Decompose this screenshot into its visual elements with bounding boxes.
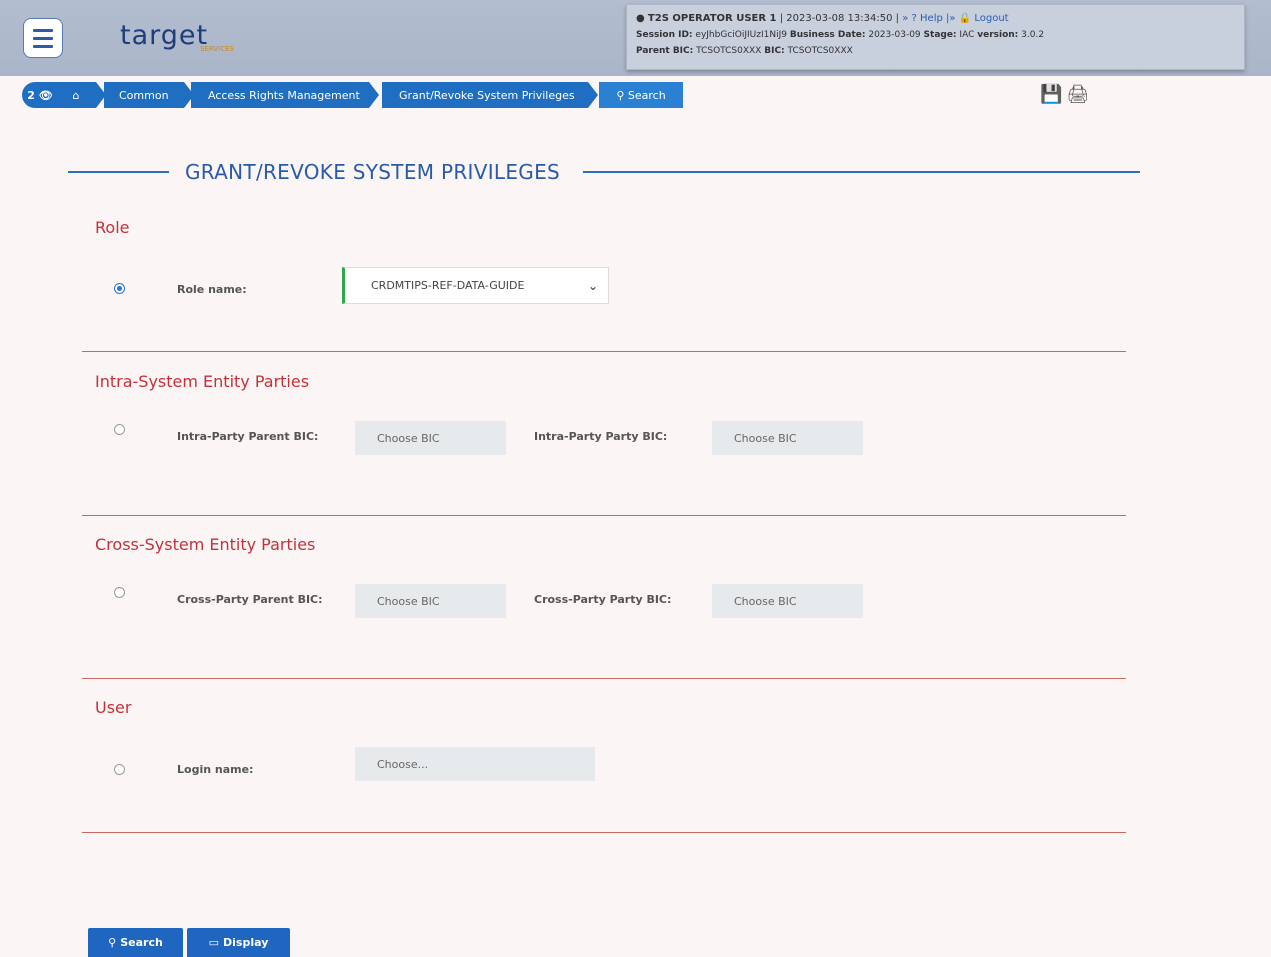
- intra-party-label: Intra-Party Party BIC:: [534, 430, 668, 443]
- session-id-label: Session ID:: [636, 30, 693, 40]
- lock-icon[interactable]: 🔒: [959, 13, 971, 24]
- search-icon: ⚲: [108, 936, 117, 949]
- save-icon[interactable]: 💾: [1040, 84, 1062, 105]
- recent-pages-badge[interactable]: 2 👁: [22, 82, 58, 108]
- user-radio[interactable]: [114, 764, 125, 775]
- parent-bic-label: Parent BIC:: [636, 46, 694, 56]
- toolbar: 💾 🖨: [1040, 84, 1089, 105]
- help-link[interactable]: Help: [920, 13, 943, 24]
- cross-radio[interactable]: [114, 587, 125, 598]
- logout-link[interactable]: Logout: [974, 13, 1008, 24]
- title-rule-right: [583, 171, 1140, 173]
- divider: [82, 832, 1126, 833]
- bic-label: BIC:: [764, 46, 785, 56]
- business-date-label: Business Date:: [789, 30, 866, 40]
- search-icon: ⚲: [616, 88, 628, 102]
- divider: [82, 678, 1126, 679]
- user-info-panel: ● T2S OPERATOR USER 1 | 2023-03-08 13:34…: [626, 4, 1245, 70]
- header-bar: target SERVICES ● T2S OPERATOR USER 1 | …: [0, 0, 1271, 76]
- eye-icon: 👁: [38, 88, 53, 102]
- section-title-user: User: [95, 698, 132, 717]
- monitor-icon: ▭: [208, 936, 220, 949]
- section-title-cross: Cross-System Entity Parties: [95, 535, 316, 554]
- cross-party-label: Cross-Party Party BIC:: [534, 593, 672, 606]
- intra-party-bic-input[interactable]: Choose BIC: [712, 421, 863, 455]
- divider: [82, 515, 1126, 516]
- home-icon[interactable]: ⌂: [56, 82, 106, 108]
- breadcrumb-access-rights[interactable]: Access Rights Management: [191, 82, 379, 108]
- role-name-select[interactable]: CRDMTIPS-REF-DATA-GUIDE ⌄: [342, 267, 609, 304]
- page-title: GRANT/REVOKE SYSTEM PRIVILEGES: [185, 160, 561, 184]
- app-logo: target: [120, 20, 209, 51]
- cross-party-bic-input[interactable]: Choose BIC: [712, 584, 863, 618]
- app-logo-sub: SERVICES: [200, 45, 234, 53]
- intra-parent-label: Intra-Party Parent BIC:: [177, 430, 319, 443]
- version-label: version:: [977, 30, 1019, 40]
- print-icon[interactable]: 🖨: [1066, 84, 1089, 105]
- divider: [82, 351, 1126, 352]
- business-date-value: 2023-03-09: [868, 30, 921, 40]
- login-name-input[interactable]: Choose...: [355, 747, 595, 781]
- section-title-role: Role: [95, 218, 130, 237]
- intra-radio[interactable]: [114, 424, 125, 435]
- chevron-down-icon: ⌄: [587, 279, 598, 293]
- help-icon[interactable]: ?: [912, 13, 917, 24]
- breadcrumb-grant-revoke[interactable]: Grant/Revoke System Privileges: [382, 82, 598, 108]
- display-button[interactable]: ▭ Display: [187, 928, 290, 957]
- role-radio[interactable]: [114, 283, 125, 294]
- search-button[interactable]: ⚲ Search: [88, 928, 183, 957]
- cross-parent-bic-input[interactable]: Choose BIC: [355, 584, 506, 618]
- section-title-intra: Intra-System Entity Parties: [95, 372, 310, 391]
- stage-label: Stage:: [923, 30, 957, 40]
- session-datetime: | 2023-03-08 13:34:50 |: [779, 13, 900, 24]
- version-value: 3.0.2: [1021, 30, 1045, 40]
- cross-parent-label: Cross-Party Parent BIC:: [177, 593, 323, 606]
- session-id-value: eyJhbGciOiJIUzI1NiJ9: [695, 30, 787, 40]
- role-name-label: Role name:: [177, 283, 247, 296]
- stage-value: IAC: [959, 30, 975, 40]
- user-icon: ●: [636, 13, 645, 24]
- login-name-label: Login name:: [177, 763, 254, 776]
- intra-parent-bic-input[interactable]: Choose BIC: [355, 421, 506, 455]
- parent-bic-value: TCSOTCS0XXX: [696, 46, 762, 56]
- breadcrumb-common[interactable]: Common: [104, 82, 194, 108]
- user-name: T2S OPERATOR USER 1: [647, 13, 777, 24]
- bic-value: TCSOTCS0XXX: [787, 46, 853, 56]
- menu-icon[interactable]: [23, 18, 63, 58]
- breadcrumb-search[interactable]: ⚲ Search: [599, 82, 683, 108]
- title-rule-left: [68, 171, 169, 173]
